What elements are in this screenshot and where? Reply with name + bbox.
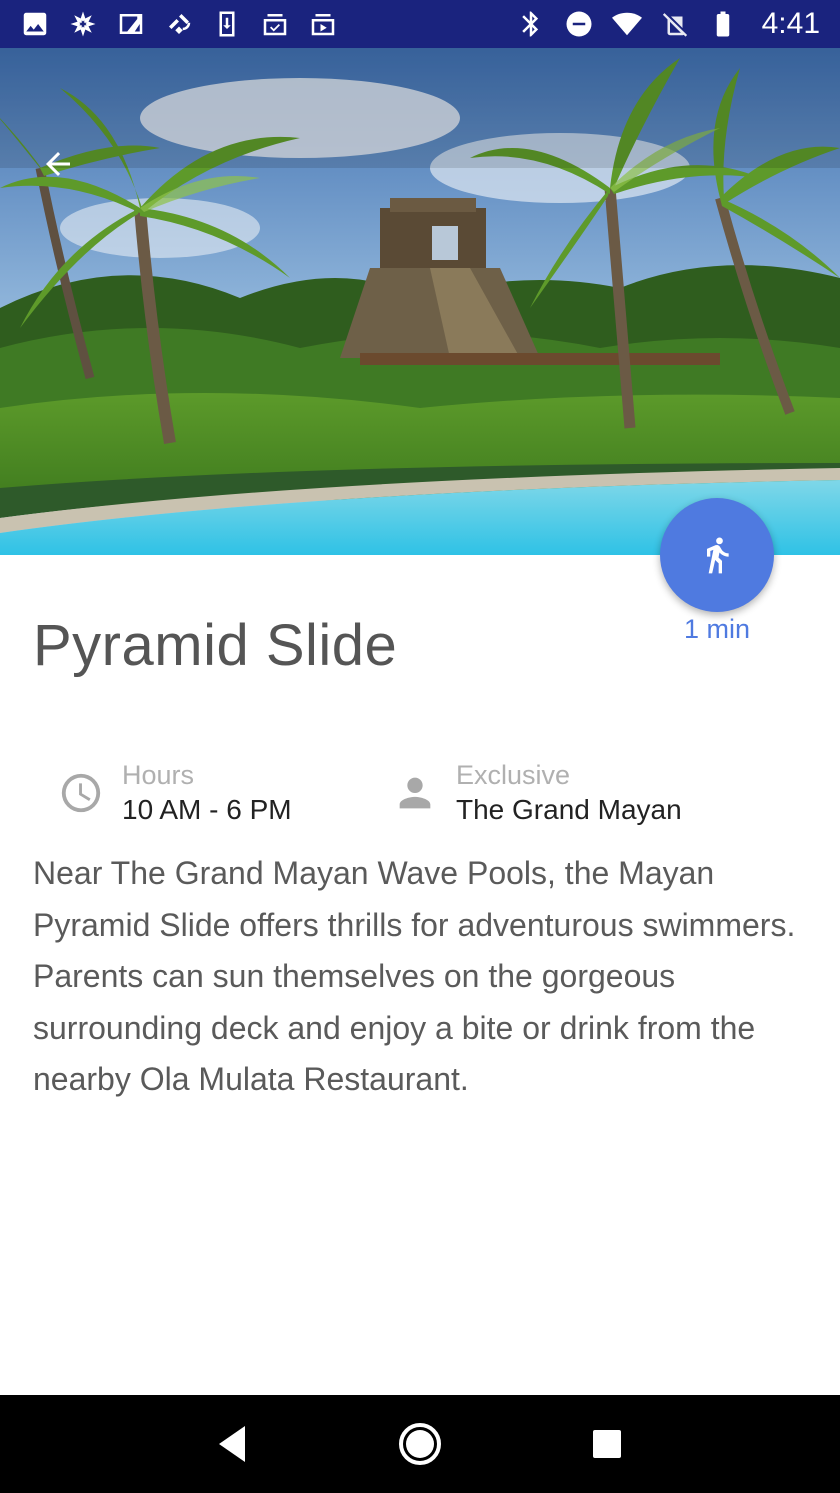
arrow-left-icon [46,152,70,176]
status-right-icons: 4:41 [516,7,820,41]
wifi-icon [611,9,642,39]
status-time: 4:41 [761,7,820,40]
no-sim-icon [660,9,690,39]
hero-scene [0,48,840,555]
battery-icon [708,9,738,39]
video-inbox-icon [308,9,338,39]
exclusive-label: Exclusive [456,760,571,790]
person-icon [392,770,438,816]
clock-icon [58,770,104,816]
bluetooth-icon [516,9,546,39]
nav-home-button[interactable] [385,1409,455,1479]
gallery-icon [20,9,50,39]
triangle-back-icon [219,1426,246,1462]
walking-directions-button[interactable] [660,498,774,612]
status-left-icons [20,9,338,39]
circle-home-icon [398,1423,441,1465]
nav-back-button[interactable] [198,1409,268,1479]
do-not-disturb-icon [564,9,594,39]
walk-time-label: 1 min [683,614,751,644]
inbox-check-icon [260,9,290,39]
nav-recents-button[interactable] [572,1409,642,1479]
hours-info: Hours 10 AM - 6 PM [58,758,292,828]
exclusive-value: The Grand Mayan [456,794,682,825]
exclusive-info: Exclusive The Grand Mayan [392,758,682,828]
download-icon [212,9,242,39]
hours-text: Hours 10 AM - 6 PM [122,758,292,828]
hours-label: Hours [122,760,195,790]
page-title: Pyramid Slide [33,613,398,678]
map-icon [116,9,146,39]
back-button[interactable] [30,136,86,192]
status-bar: 4:41 [0,0,840,48]
hours-value: 10 AM - 6 PM [122,794,292,825]
navigation-bar [0,1395,840,1493]
pinwheel-icon [68,9,98,39]
hero-image [0,48,840,555]
square-recents-icon [592,1430,621,1458]
exclusive-text: Exclusive The Grand Mayan [456,758,682,828]
description-text: Near The Grand Mayan Wave Pools, the May… [33,855,796,1097]
walking-person-icon [707,537,729,574]
fake-gps-icon [164,9,194,39]
